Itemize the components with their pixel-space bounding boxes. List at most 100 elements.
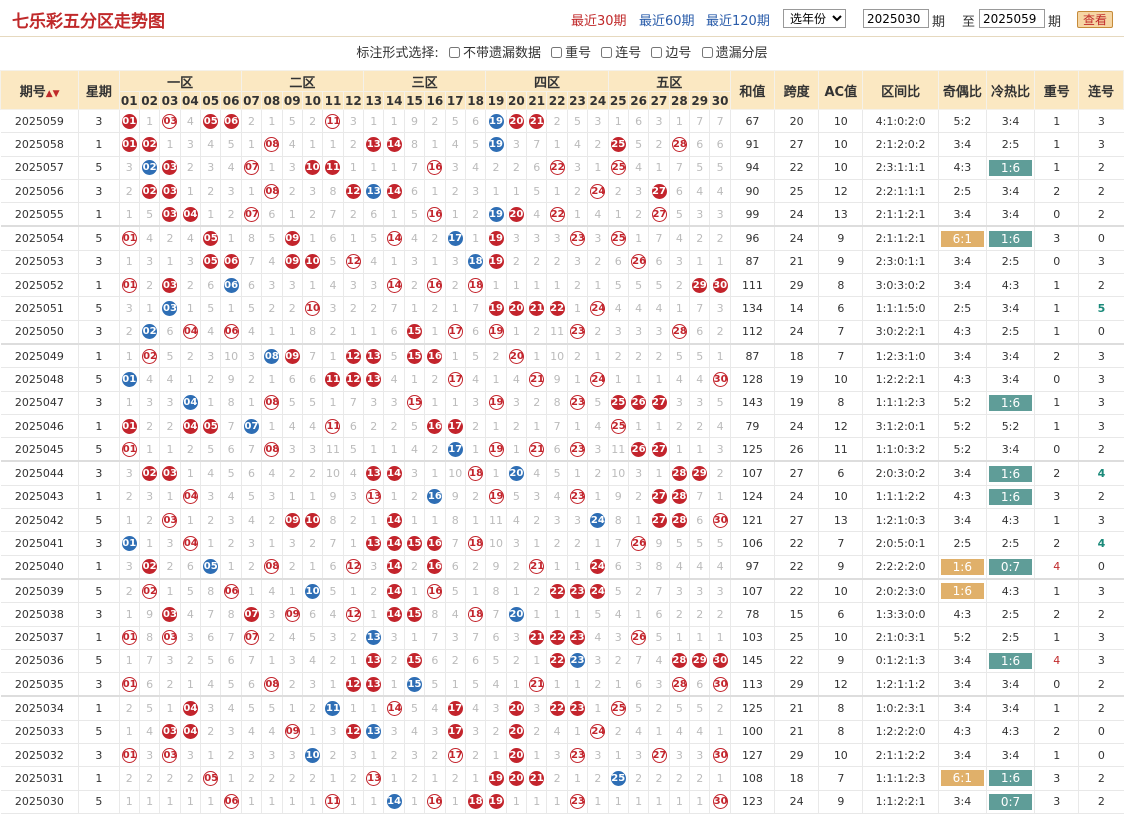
col-issue-header[interactable]: 期号▲▼	[0, 70, 80, 110]
table-row: 2025041 3 01 1 3 04 1 2 3 1 3 2 7 1 13 14 15 16 7 18 10 3 1 2 2 1…	[0, 531, 1124, 556]
omission-cell-09: 3	[282, 743, 303, 768]
omission-cell-11: 7	[322, 202, 344, 227]
omission-cell-01: 3	[119, 296, 140, 321]
number-cell-16: 16	[424, 790, 446, 814]
number-cell-19: 19	[485, 766, 507, 791]
odd-even-cell: 6:1	[938, 766, 987, 791]
omission-cell-27: 1	[648, 414, 670, 439]
number-cell-24: 24	[587, 367, 609, 392]
drawn-ball-21: 21	[529, 113, 545, 129]
omission-cell-28: 2	[669, 414, 691, 439]
option-omission-layer-checkbox[interactable]	[701, 47, 713, 58]
odd-even-cell: 4:3	[938, 602, 987, 627]
number-cell-11: 11	[322, 367, 344, 392]
table-row: 2025044 3 3 02 03 1 4 5 6 4 2 2 10 4 13 14 3 1 10 18 1 20 4 5 1 2…	[0, 460, 1124, 486]
omission-cell-07: 4	[241, 508, 263, 533]
omission-cell-13: 2	[363, 577, 385, 604]
number-cell-25: 25	[608, 695, 629, 721]
option-edge-checkbox[interactable]	[651, 47, 663, 58]
omission-cell-13: 1	[363, 743, 385, 768]
omission-cell-12: 1	[343, 225, 365, 251]
omission-cell-11: 3	[322, 626, 344, 650]
option-consecutive-checkbox[interactable]	[601, 47, 613, 58]
to-issue-input[interactable]	[979, 9, 1045, 28]
omission-cell-05: 1	[200, 790, 222, 814]
omission-cell-23: 1	[567, 296, 589, 321]
drawn-ball-05: 05	[203, 231, 219, 247]
query-button[interactable]: 查看	[1077, 11, 1113, 28]
omission-cell-27: 2	[648, 766, 670, 791]
drawn-ball-06: 06	[223, 113, 239, 129]
range-120-link[interactable]: 最近120期	[706, 10, 770, 29]
drawn-ball-28: 28	[671, 466, 687, 482]
sum-cell: 97	[730, 555, 776, 580]
drawn-ball-18: 18	[468, 277, 484, 293]
omission-cell-25: 10	[608, 460, 629, 486]
omission-cell-22: 4	[546, 485, 568, 510]
zone-ratio-cell: 1:2:1:1:2	[862, 672, 939, 697]
ac-cell: 9	[818, 225, 864, 251]
zone-ratio-cell: 1:1:0:3:2	[862, 437, 939, 462]
omission-cell-07: 1	[241, 179, 263, 204]
omission-cell-05: 1	[200, 391, 222, 415]
week-cell: 1	[78, 485, 120, 510]
omission-cell-03: 1	[159, 132, 181, 157]
zone-ratio-cell: 2:0:5:0:1	[862, 531, 939, 556]
range-60-link[interactable]: 最近60期	[639, 10, 695, 29]
range-30-link[interactable]: 最近30期	[571, 10, 627, 29]
omission-cell-07: 7	[241, 437, 263, 462]
drawn-ball-05: 05	[203, 418, 219, 434]
drawn-ball-15: 15	[406, 348, 422, 364]
option-consecutive[interactable]: 连号	[601, 46, 641, 61]
number-cell-22: 22	[546, 649, 568, 674]
hot-cold-cell: 2:5	[986, 626, 1036, 650]
option-repeat[interactable]: 重号	[551, 46, 591, 61]
from-issue-input[interactable]	[863, 9, 929, 28]
omission-cell-21: 7	[526, 132, 548, 157]
option-no-omission[interactable]: 不带遗漏数据	[448, 46, 541, 61]
drawn-ball-06: 06	[223, 277, 239, 293]
ac-cell: 9	[818, 555, 864, 580]
omission-cell-18: 5	[465, 342, 487, 369]
omission-cell-13: 3	[363, 555, 385, 580]
omission-cell-07: 3	[241, 743, 263, 768]
drawn-ball-23: 23	[570, 324, 585, 340]
omission-cell-25: 1	[608, 672, 629, 697]
repeat-cell: 1	[1034, 296, 1080, 321]
issue-cell: 2025031	[0, 766, 80, 791]
omission-cell-02: 3	[139, 250, 161, 275]
number-cell-25: 25	[608, 391, 629, 415]
omission-cell-22: 11	[546, 320, 568, 345]
year-select[interactable]: 选年份	[783, 9, 846, 28]
omission-cell-12: 7	[343, 391, 365, 415]
number-cell-18: 18	[465, 531, 487, 556]
sort-icon[interactable]: ▲▼	[46, 89, 60, 99]
drawn-ball-13: 13	[366, 630, 382, 646]
omission-cell-12: 2	[343, 202, 365, 227]
omission-cell-24: 1	[587, 485, 609, 510]
omission-cell-17: 3	[445, 156, 466, 180]
number-cell-17: 17	[445, 320, 466, 345]
omission-cell-17: 1	[445, 202, 466, 227]
drawn-ball-17: 17	[447, 231, 463, 247]
omission-cell-28: 1	[669, 790, 691, 814]
drawn-ball-13: 13	[366, 136, 382, 152]
number-cell-19: 19	[485, 202, 507, 227]
option-repeat-checkbox[interactable]	[551, 47, 563, 58]
sum-cell: 94	[730, 156, 776, 180]
sum-cell: 96	[730, 225, 776, 251]
option-edge[interactable]: 边号	[651, 46, 691, 61]
omission-cell-17: 1	[445, 296, 466, 321]
omission-cell-23: 1	[567, 460, 589, 486]
drawn-ball-01: 01	[121, 747, 137, 763]
omission-cell-12: 4	[343, 460, 365, 486]
omission-cell-08: 2	[261, 508, 283, 533]
omission-cell-02: 2	[139, 766, 161, 791]
option-omission-layer[interactable]: 遗漏分层	[701, 46, 768, 61]
omission-cell-19: 2	[485, 156, 507, 180]
number-cell-23: 23	[567, 437, 589, 462]
odd-even-cell: 4:3	[938, 367, 987, 392]
number-cell-09: 09	[282, 508, 303, 533]
option-no-omission-checkbox[interactable]	[448, 47, 460, 58]
omission-cell-13: 5	[363, 225, 385, 251]
